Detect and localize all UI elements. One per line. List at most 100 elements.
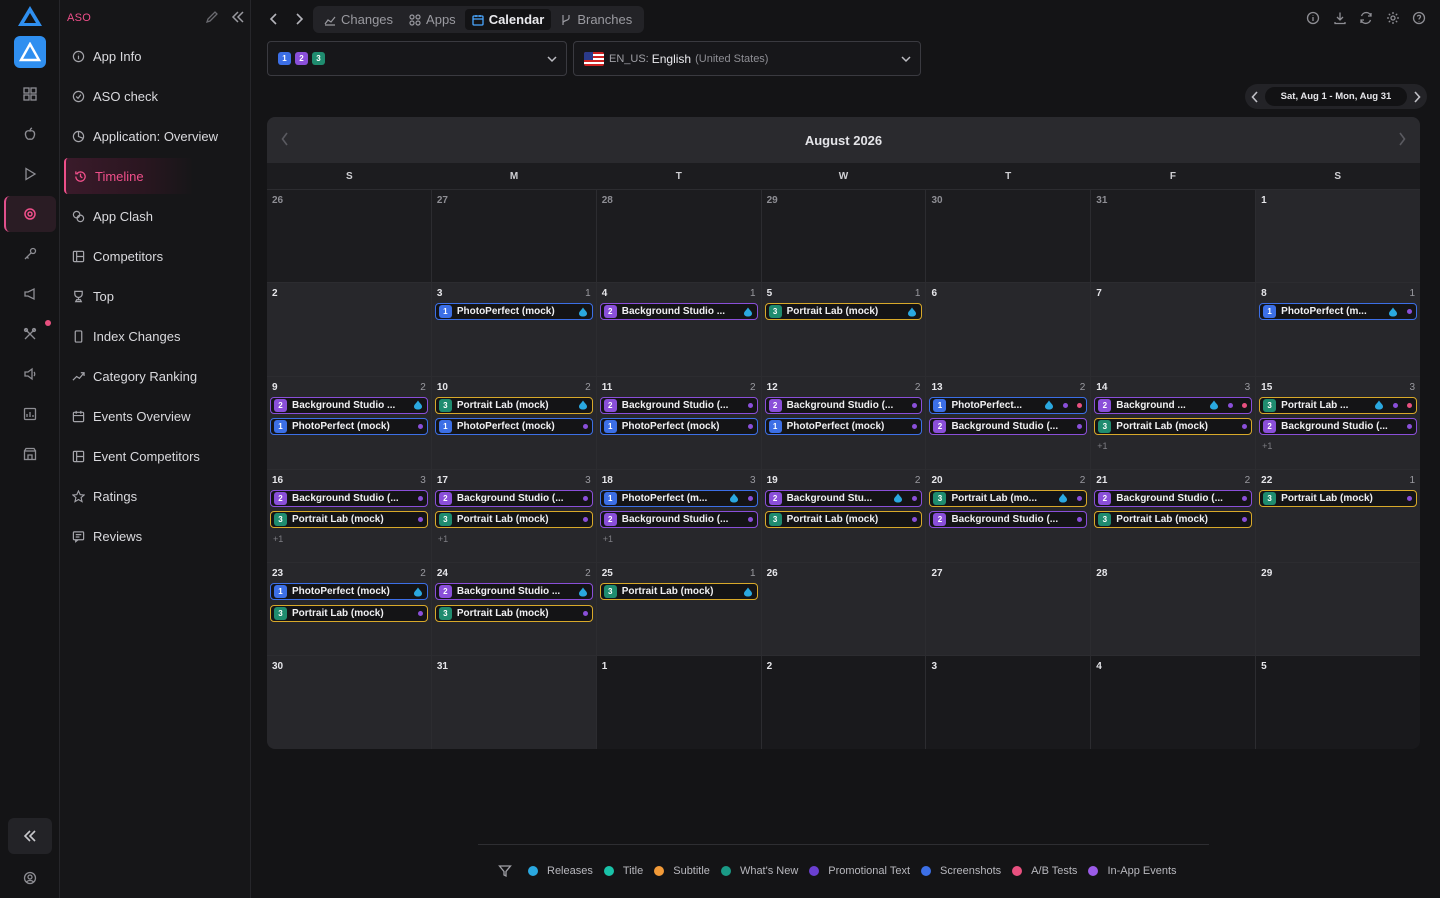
- edit-icon[interactable]: [205, 10, 219, 29]
- calendar-event[interactable]: 2 Background Studio (...: [599, 511, 758, 529]
- dashboard-icon[interactable]: [20, 84, 40, 104]
- calendar-day[interactable]: 5: [1256, 656, 1420, 749]
- tab-apps[interactable]: Apps: [402, 9, 463, 30]
- sidebar-item-aso-check[interactable]: ASO check: [64, 78, 246, 114]
- legend-item[interactable]: Subtitle: [654, 865, 710, 877]
- calendar-day[interactable]: 30: [267, 656, 432, 749]
- settings-icon[interactable]: [1386, 11, 1402, 27]
- calendar-day[interactable]: 5 1 3 Portrait Lab (mock): [761, 283, 927, 376]
- calendar-day[interactable]: 26: [761, 563, 927, 656]
- locale-selector[interactable]: EN_US: English (United States): [573, 41, 921, 76]
- prev-range-button[interactable]: [1245, 90, 1265, 103]
- calendar-event[interactable]: 3 Portrait Lab (mock): [434, 604, 593, 622]
- calendar-event[interactable]: 1 PhotoPerfect (mock): [270, 418, 428, 436]
- calendar-event[interactable]: 1 PhotoPerfect (mock): [599, 418, 758, 436]
- key-icon[interactable]: [20, 244, 40, 264]
- sidebar-item-app-info[interactable]: App Info: [64, 38, 246, 74]
- calendar-event[interactable]: 3 Portrait Lab ...: [1259, 396, 1418, 414]
- collapse-sidebar-button[interactable]: [8, 818, 52, 854]
- app-icon[interactable]: [14, 36, 46, 68]
- app-selector[interactable]: 1 2 3: [267, 41, 567, 76]
- sidebar-item-application-overview[interactable]: Application: Overview: [64, 118, 246, 154]
- tab-changes[interactable]: Changes: [317, 9, 400, 30]
- sidebar-item-top[interactable]: Top: [64, 278, 246, 314]
- calendar-day[interactable]: 2: [267, 283, 432, 376]
- calendar-day[interactable]: 28: [596, 190, 762, 283]
- apple-icon[interactable]: [20, 124, 40, 144]
- calendar-day[interactable]: 30: [926, 190, 1092, 283]
- calendar-day[interactable]: 22 1 3 Portrait Lab (mock): [1256, 469, 1420, 563]
- calendar-day[interactable]: 21 2 2 Background Studio (... 3 Portrait Lab …: [1091, 469, 1257, 563]
- calendar-event[interactable]: 3 Portrait Lab (mock): [1094, 418, 1253, 436]
- calendar-day[interactable]: 17 3 2 Background Studio (... 3 Portrait Lab …: [431, 469, 597, 563]
- calendar-day[interactable]: 29: [1256, 563, 1420, 656]
- calendar-day[interactable]: 14 3 2 Background ... 3 Portrait Lab (mock) +1: [1091, 376, 1257, 469]
- legend-item[interactable]: Title: [603, 865, 643, 877]
- info-icon[interactable]: [1306, 11, 1322, 27]
- store-icon[interactable]: [20, 444, 40, 464]
- calendar-day[interactable]: 15 3 3 Portrait Lab ... 2 Background Studio (…: [1256, 376, 1420, 469]
- sidebar-item-competitors[interactable]: Competitors: [64, 238, 246, 274]
- calendar-event[interactable]: 3 Portrait Lab (mo...: [929, 489, 1088, 507]
- legend-item[interactable]: A/B Tests: [1012, 865, 1077, 877]
- filter-icon[interactable]: [498, 864, 512, 878]
- calendar-event[interactable]: 2 Background Studio (...: [434, 489, 593, 507]
- legend-item[interactable]: What's New: [720, 865, 798, 877]
- download-icon[interactable]: [1333, 11, 1349, 27]
- calendar-event[interactable]: 2 Background Studio (...: [270, 489, 428, 507]
- play-store-icon[interactable]: [20, 164, 40, 184]
- calendar-day[interactable]: 11 2 2 Background Studio (... 1 PhotoPerfect …: [596, 376, 762, 469]
- calendar-event[interactable]: 2 Background Studio ...: [270, 396, 428, 414]
- calendar-day[interactable]: 25 1 3 Portrait Lab (mock): [596, 563, 762, 656]
- next-range-button[interactable]: [1407, 90, 1427, 103]
- calendar-day[interactable]: 2: [761, 656, 927, 749]
- calendar-event[interactable]: 1 PhotoPerfect (mock): [764, 418, 923, 436]
- help-icon[interactable]: [1412, 11, 1428, 27]
- calendar-event[interactable]: 3 Portrait Lab (mock): [599, 583, 758, 601]
- more-events-link[interactable]: +1: [603, 534, 613, 544]
- refresh-icon[interactable]: [1359, 11, 1375, 27]
- calendar-day[interactable]: 9 2 2 Background Studio ... 1 PhotoPerfect (m…: [267, 376, 432, 469]
- calendar-event[interactable]: 3 Portrait Lab (mock): [434, 396, 593, 414]
- aso-icon[interactable]: [20, 204, 40, 224]
- more-events-link[interactable]: +1: [438, 534, 448, 544]
- brand-logo-icon[interactable]: [17, 5, 43, 27]
- calendar-day[interactable]: 28: [1091, 563, 1257, 656]
- calendar-day[interactable]: 27: [431, 190, 597, 283]
- sidebar-item-app-clash[interactable]: App Clash: [64, 198, 246, 234]
- calendar-day[interactable]: 18 3 1 PhotoPerfect (m... 2 Background Studio…: [596, 469, 762, 563]
- calendar-day[interactable]: 1: [596, 656, 762, 749]
- calendar-event[interactable]: 2 Background Stu...: [764, 489, 923, 507]
- sidebar-item-event-competitors[interactable]: Event Competitors: [64, 438, 246, 474]
- forward-button[interactable]: [290, 10, 308, 28]
- calendar-event[interactable]: 2 Background Studio (...: [929, 511, 1088, 529]
- calendar-event[interactable]: 1 PhotoPerfect (mock): [434, 303, 593, 321]
- more-events-link[interactable]: +1: [1262, 441, 1272, 451]
- calendar-event[interactable]: 2 Background Studio (...: [764, 396, 923, 414]
- legend-item[interactable]: Releases: [528, 865, 593, 877]
- calendar-event[interactable]: 2 Background Studio (...: [929, 418, 1088, 436]
- calendar-day[interactable]: 24 2 2 Background Studio ... 3 Portrait Lab (…: [431, 563, 597, 656]
- collapse-nav-icon[interactable]: [231, 10, 245, 29]
- legend-item[interactable]: In-App Events: [1088, 865, 1177, 877]
- calendar-day[interactable]: 31: [1091, 190, 1257, 283]
- next-month-button[interactable]: [1398, 132, 1406, 151]
- sidebar-item-ratings[interactable]: Ratings: [64, 478, 246, 514]
- calendar-day[interactable]: 31: [431, 656, 597, 749]
- calendar-event[interactable]: 2 Background Studio (...: [1094, 489, 1253, 507]
- calendar-day[interactable]: 29: [761, 190, 927, 283]
- legend-item[interactable]: Screenshots: [921, 865, 1001, 877]
- calendar-event[interactable]: 1 PhotoPerfect (mock): [434, 418, 593, 436]
- tools-icon[interactable]: [20, 324, 40, 344]
- calendar-day[interactable]: 23 2 1 PhotoPerfect (mock) 3 Portrait Lab (mo…: [267, 563, 432, 656]
- calendar-event[interactable]: 2 Background Studio ...: [434, 583, 593, 601]
- calendar-day[interactable]: 20 2 3 Portrait Lab (mo... 2 Background Studi…: [926, 469, 1092, 563]
- sidebar-item-category-ranking[interactable]: Category Ranking: [64, 358, 246, 394]
- calendar-day[interactable]: 10 2 3 Portrait Lab (mock) 1 PhotoPerfect (mo…: [431, 376, 597, 469]
- calendar-day[interactable]: 26: [267, 190, 432, 283]
- legend-item[interactable]: Promotional Text: [809, 865, 910, 877]
- calendar-day[interactable]: 16 3 2 Background Studio (... 3 Portrait Lab …: [267, 469, 432, 563]
- back-button[interactable]: [265, 10, 283, 28]
- sidebar-item-index-changes[interactable]: Index Changes: [64, 318, 246, 354]
- calendar-event[interactable]: 3 Portrait Lab (mock): [1094, 511, 1253, 529]
